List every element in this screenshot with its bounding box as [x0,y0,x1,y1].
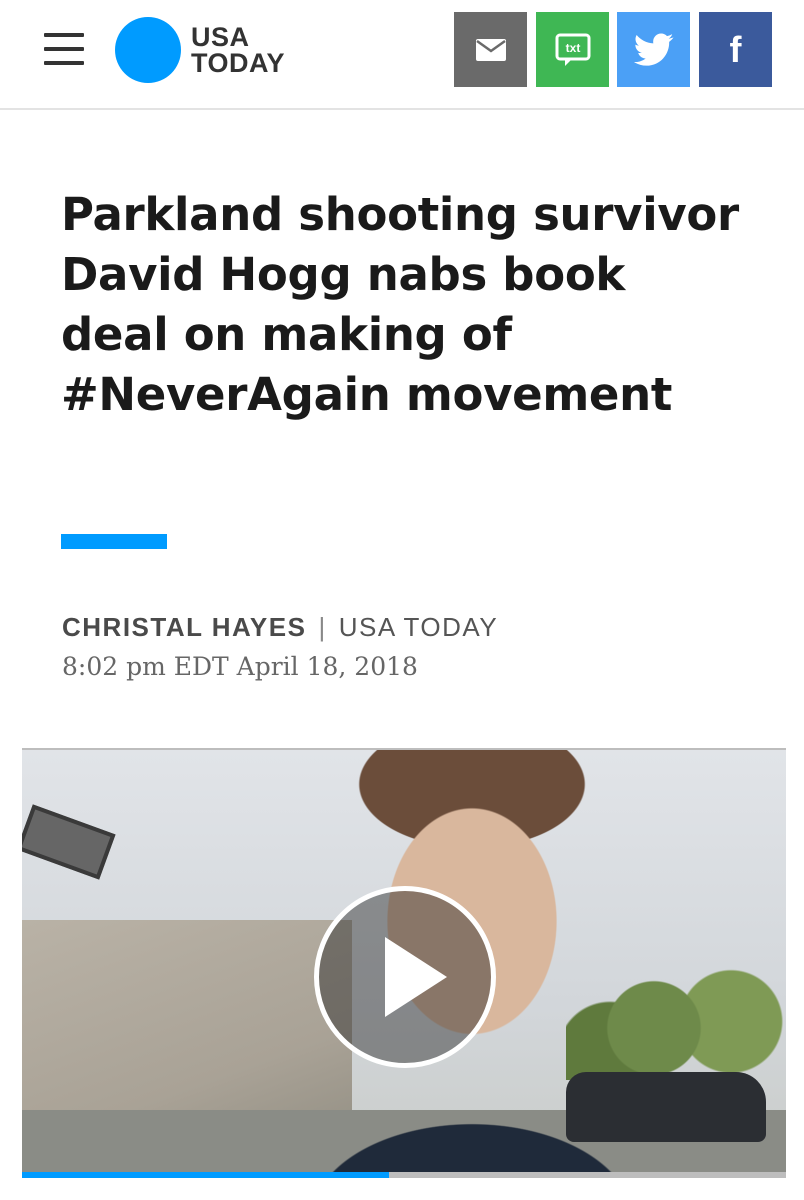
twitter-icon [633,33,673,66]
publication-name: USA TODAY [338,612,499,642]
facebook-icon: f [729,28,742,70]
byline-separator: | [318,612,327,642]
article-headline: Parkland shooting survivor David Hogg na… [61,188,739,421]
sms-icon: txt [555,33,590,66]
author-name[interactable]: CHRISTAL HAYES [62,612,306,642]
email-icon [475,38,506,61]
article-byline: CHRISTAL HAYES | USA TODAY [62,612,498,643]
article-timestamp: 8:02 pm EDT April 18, 2018 [62,652,418,681]
usa-today-logo[interactable]: USA TODAY [115,17,285,83]
site-header: USA TODAY txt f [0,0,804,110]
share-sms-button[interactable]: txt [536,12,609,87]
svg-text:txt: txt [565,41,580,55]
share-twitter-button[interactable] [617,12,690,87]
share-facebook-button[interactable]: f [699,12,772,87]
share-email-button[interactable] [454,12,527,87]
video-progress-bar[interactable] [22,1172,786,1178]
headline-accent-bar [61,534,167,549]
logo-dot [115,17,181,83]
video-player[interactable] [22,748,786,1178]
hamburger-menu-icon[interactable] [44,33,84,65]
play-icon [385,937,447,1017]
play-button[interactable] [314,886,496,1068]
logo-wordmark: USA TODAY [191,22,286,78]
video-progress-fill [22,1172,389,1178]
